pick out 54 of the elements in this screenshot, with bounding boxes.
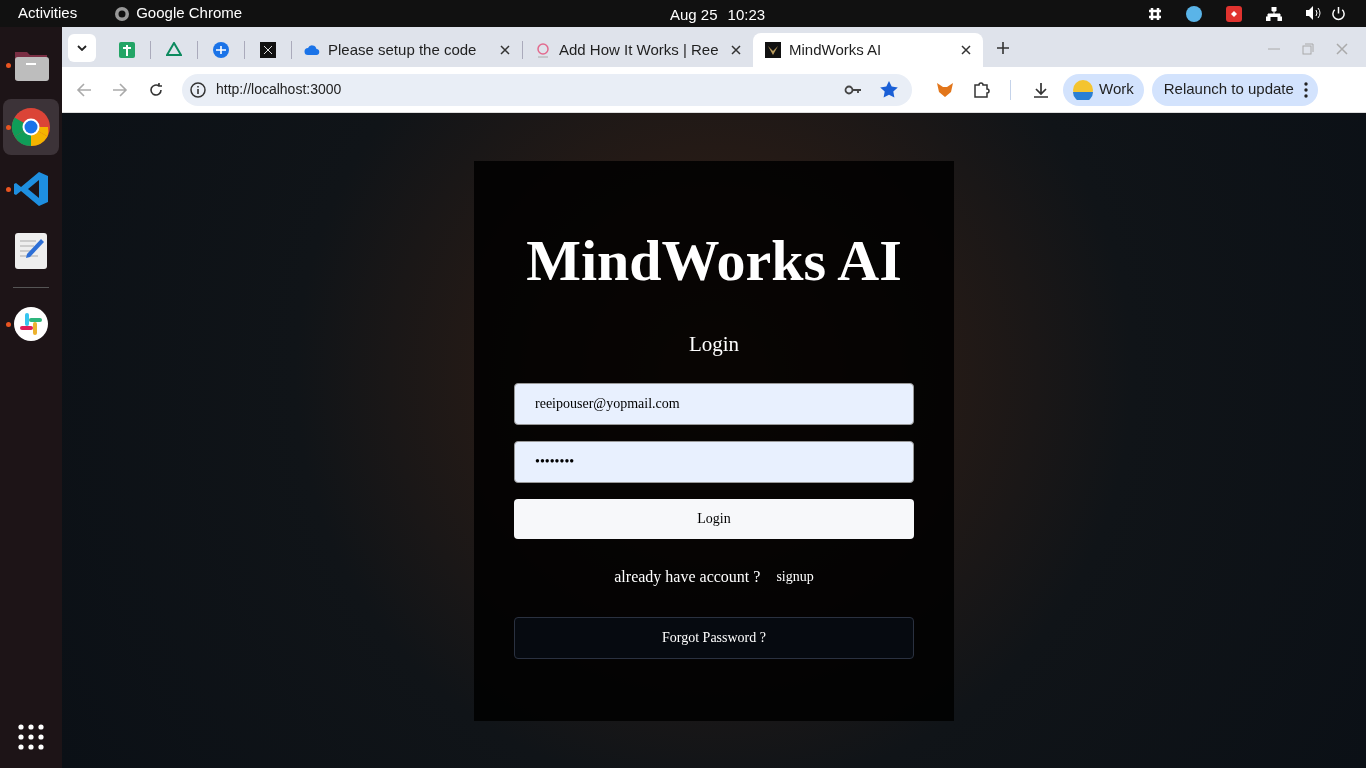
signup-link[interactable]: signup	[776, 566, 814, 587]
badge-tray-icon[interactable]	[1186, 5, 1202, 22]
close-icon[interactable]	[731, 45, 741, 55]
dock-item[interactable]	[3, 99, 59, 155]
puzzle-icon[interactable]	[972, 80, 990, 99]
relaunch-button[interactable]: Relaunch to update	[1151, 73, 1318, 106]
text-editor-icon	[15, 233, 47, 269]
favicon-icon	[213, 42, 229, 58]
app-grid-icon[interactable]	[18, 724, 44, 750]
password-field[interactable]: ••••••••	[514, 440, 914, 483]
star-icon[interactable]	[880, 81, 898, 98]
favicon-icon	[260, 42, 276, 58]
favicon-icon	[166, 42, 182, 58]
address-bar[interactable]: http://localhost:3000	[182, 73, 912, 106]
email-field[interactable]: reeipouser@yopmail.com	[514, 382, 914, 425]
browser-tab[interactable]: Add How It Works | Ree	[523, 33, 753, 67]
network-icon[interactable]	[1266, 6, 1282, 21]
favicon-icon	[304, 42, 320, 58]
favicon-icon	[535, 42, 551, 58]
volume-icon[interactable]	[1306, 6, 1321, 20]
chrome-icon	[114, 5, 131, 22]
forgot-password-button[interactable]: Forgot Password ?	[514, 616, 914, 659]
slack-tray-icon[interactable]	[1148, 6, 1162, 21]
url-text: http://localhost:3000	[216, 80, 342, 99]
info-icon[interactable]	[190, 81, 206, 98]
browser-tab[interactable]: MindWorks AI	[753, 33, 983, 67]
brand-title: MindWorks AI	[526, 229, 902, 293]
favicon-icon	[119, 42, 135, 58]
profile-button[interactable]: Work	[1063, 73, 1144, 106]
avatar-icon	[1073, 79, 1093, 100]
activities-button[interactable]: Activities	[18, 2, 78, 25]
close-icon[interactable]	[961, 45, 971, 55]
code-editor-icon	[13, 171, 49, 207]
clock-time[interactable]: 10:23	[727, 4, 766, 27]
slack-icon	[14, 307, 48, 341]
plus-icon	[997, 42, 1009, 54]
chevron-down-icon	[77, 45, 87, 51]
app-menu[interactable]: Google Chrome	[136, 2, 243, 25]
download-icon[interactable]	[1033, 81, 1049, 98]
power-icon[interactable]	[1331, 6, 1346, 21]
chrome-icon	[11, 107, 51, 147]
fox-extension-icon[interactable]	[936, 81, 954, 98]
tab-search-button[interactable]	[68, 34, 96, 62]
reload-icon[interactable]	[148, 81, 164, 98]
key-icon[interactable]	[844, 84, 862, 95]
favicon-icon	[765, 42, 781, 58]
more-icon	[1303, 81, 1308, 98]
close-icon[interactable]	[500, 45, 510, 55]
login-button[interactable]: Login	[514, 498, 914, 539]
signup-prompt: already have account ?	[614, 566, 761, 588]
login-heading: Login	[688, 331, 740, 358]
browser-tab[interactable]: Please setup the code	[292, 33, 522, 67]
clock-date[interactable]: Aug 25	[670, 4, 718, 27]
app-tray-icon[interactable]	[1226, 5, 1242, 22]
